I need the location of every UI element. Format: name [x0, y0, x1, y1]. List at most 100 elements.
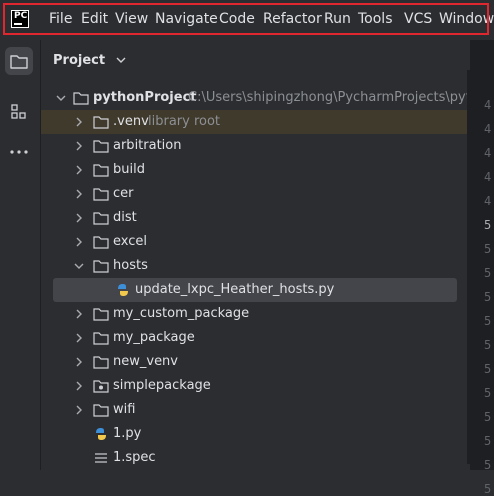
text-file-icon: [95, 453, 107, 463]
menu-view[interactable]: View: [115, 11, 148, 27]
folder-icon: [93, 164, 109, 177]
chevron-right-icon[interactable]: [73, 326, 85, 350]
chevron-right-icon[interactable]: [73, 134, 85, 158]
menu-run[interactable]: Run: [324, 11, 351, 27]
gutter-line-number: 4: [484, 170, 492, 184]
gutter-line-number: 5: [484, 314, 492, 328]
gutter-line-number: 5: [484, 242, 492, 256]
folder-icon: [93, 404, 109, 417]
chevron-right-icon[interactable]: [73, 302, 85, 326]
more-tools-button[interactable]: [5, 138, 33, 166]
gutter-line-number: 5: [484, 362, 492, 376]
tree-row[interactable]: my_custom_package: [41, 302, 469, 326]
tree-item-label: 1.spec: [113, 450, 156, 465]
gutter-line-number: 5: [484, 218, 492, 232]
menu-bar: PC File Edit View Navigate Code Refactor…: [0, 0, 494, 40]
tree-row[interactable]: arbitration: [41, 134, 469, 158]
library-root-hint: library root: [148, 114, 221, 129]
chevron-right-icon[interactable]: [73, 230, 85, 254]
structure-icon: [11, 104, 26, 119]
tree-row[interactable]: .venv library root: [41, 110, 469, 134]
tree-row[interactable]: dist: [41, 206, 469, 230]
tree-row[interactable]: my_package: [41, 326, 469, 350]
tree-item-label: simplepackage: [113, 378, 211, 393]
logo-text: PC: [14, 11, 28, 21]
chevron-right-icon[interactable]: [73, 398, 85, 422]
chevron-down-icon: [116, 57, 126, 63]
folder-icon: [93, 356, 109, 369]
menu-code[interactable]: Code: [219, 11, 255, 27]
tree-item-label: 1.py: [113, 426, 142, 441]
folder-icon: [93, 332, 109, 345]
menu-window[interactable]: Window: [439, 11, 494, 27]
python-file-icon: [96, 428, 106, 440]
tree-row[interactable]: update_lxpc_Heather_hosts.py: [41, 278, 469, 302]
chevron-right-icon[interactable]: [73, 374, 85, 398]
python-file-icon: [118, 284, 128, 296]
tree-item-label: hosts: [113, 258, 148, 273]
tree-item-label: .venv: [113, 114, 149, 129]
folder-icon: [93, 140, 109, 153]
tool-window-strip: [0, 40, 41, 470]
structure-tool-button[interactable]: [5, 98, 33, 126]
chevron-down-icon: [56, 95, 66, 101]
gutter-line-number: 4: [484, 98, 492, 112]
gutter-line-number: 5: [484, 290, 492, 304]
tree-row[interactable]: simplepackage: [41, 374, 469, 398]
folder-icon: [93, 212, 109, 225]
menu-vcs[interactable]: VCS: [404, 11, 432, 27]
folder-icon: [93, 260, 109, 273]
tree-row[interactable]: new_venv: [41, 350, 469, 374]
folder-icon: [73, 92, 89, 105]
pycharm-logo-icon[interactable]: PC: [11, 10, 29, 28]
tree-row[interactable]: excel: [41, 230, 469, 254]
tree-row[interactable]: build: [41, 158, 469, 182]
gutter-line-number: 5: [484, 386, 492, 400]
tree-item-label: dist: [113, 210, 137, 225]
tree-item-label: excel: [113, 234, 147, 249]
menu-navigate[interactable]: Navigate: [155, 11, 218, 27]
project-tool-button[interactable]: [5, 47, 33, 75]
tree-row[interactable]: 1.spec: [41, 446, 469, 470]
tree-row[interactable]: 1.py: [41, 422, 469, 446]
tree-item-label: new_venv: [113, 354, 178, 369]
more-icon: [10, 150, 28, 154]
folder-icon: [93, 308, 109, 321]
tree-item-label: wifi: [113, 402, 136, 417]
folder-icon: [93, 116, 109, 129]
project-panel: Project pythonProject C:\Users\shipingzh…: [41, 40, 494, 470]
gutter-line-number: 5: [484, 410, 492, 424]
menu-file[interactable]: File: [49, 11, 72, 27]
gutter-line-number: 5: [484, 434, 492, 448]
tree-item-label: arbitration: [113, 138, 182, 153]
folder-icon: [93, 236, 109, 249]
project-panel-header[interactable]: Project: [53, 53, 126, 68]
chevron-right-icon[interactable]: [73, 182, 85, 206]
gutter-line-number: 4: [484, 146, 492, 160]
gutter-line-number: 4: [484, 194, 492, 208]
gutter-line-number: 5: [484, 266, 492, 280]
menu-edit[interactable]: Edit: [81, 11, 108, 27]
chevron-right-icon[interactable]: [73, 206, 85, 230]
menu-tools[interactable]: Tools: [358, 11, 393, 27]
root-path: C:\Users\shipingzhong\PycharmProjects\py…: [188, 90, 494, 105]
gutter-line-number: 4: [484, 122, 492, 136]
chevron-down-icon[interactable]: [73, 254, 85, 278]
editor-gutter: 44444555555555555: [470, 40, 494, 496]
menu-refactor[interactable]: Refactor: [263, 11, 322, 27]
tree-row[interactable]: cer: [41, 182, 469, 206]
tree-row[interactable]: hosts: [41, 254, 469, 278]
folder-icon: [10, 55, 28, 69]
tree-row-root[interactable]: pythonProject C:\Users\shipingzhong\Pych…: [41, 86, 494, 110]
chevron-right-icon[interactable]: [73, 110, 85, 134]
chevron-right-icon[interactable]: [73, 350, 85, 374]
tree-item-label: my_package: [113, 330, 195, 345]
chevron-right-icon[interactable]: [73, 158, 85, 182]
project-panel-title: Project: [53, 53, 106, 68]
package-icon: [93, 380, 109, 393]
gutter-line-number: 5: [484, 482, 492, 496]
folder-icon: [93, 188, 109, 201]
tree-item-label: build: [113, 162, 145, 177]
tree-item-label: cer: [113, 186, 134, 201]
tree-row[interactable]: wifi: [41, 398, 469, 422]
